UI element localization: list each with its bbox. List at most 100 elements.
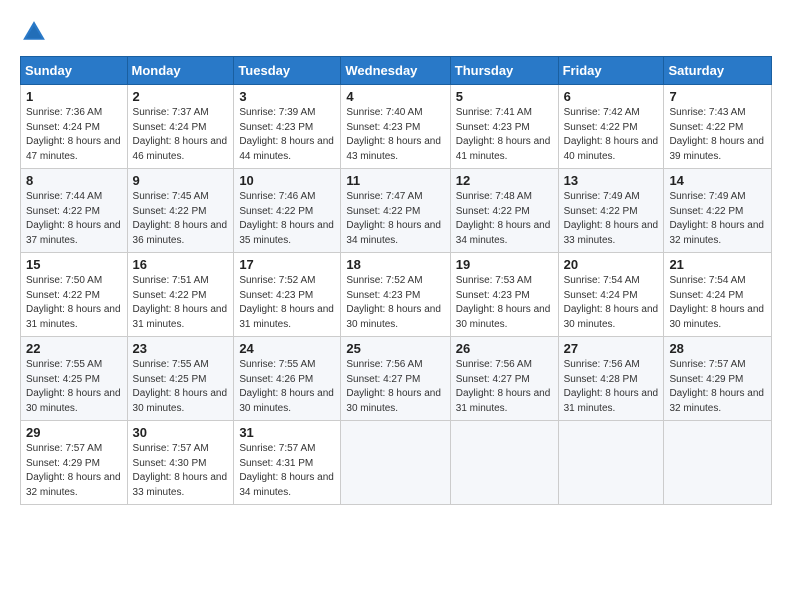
calendar-cell: 7 Sunrise: 7:43 AMSunset: 4:22 PMDayligh…: [664, 85, 772, 169]
calendar-cell: [341, 421, 450, 505]
day-number: 18: [346, 257, 444, 272]
calendar-week-4: 22 Sunrise: 7:55 AMSunset: 4:25 PMDaylig…: [21, 337, 772, 421]
calendar-week-5: 29 Sunrise: 7:57 AMSunset: 4:29 PMDaylig…: [21, 421, 772, 505]
day-number: 16: [133, 257, 229, 272]
calendar-cell: 19 Sunrise: 7:53 AMSunset: 4:23 PMDaylig…: [450, 253, 558, 337]
calendar-cell: [664, 421, 772, 505]
calendar-cell: 25 Sunrise: 7:56 AMSunset: 4:27 PMDaylig…: [341, 337, 450, 421]
calendar-cell: [450, 421, 558, 505]
day-number: 11: [346, 173, 444, 188]
day-number: 31: [239, 425, 335, 440]
calendar-cell: 29 Sunrise: 7:57 AMSunset: 4:29 PMDaylig…: [21, 421, 128, 505]
day-info: Sunrise: 7:54 AMSunset: 4:24 PMDaylight:…: [564, 275, 659, 330]
day-info: Sunrise: 7:49 AMSunset: 4:22 PMDaylight:…: [564, 191, 659, 246]
day-number: 23: [133, 341, 229, 356]
calendar-cell: 28 Sunrise: 7:57 AMSunset: 4:29 PMDaylig…: [664, 337, 772, 421]
day-info: Sunrise: 7:45 AMSunset: 4:22 PMDaylight:…: [133, 191, 228, 246]
day-number: 3: [239, 89, 335, 104]
calendar-cell: 4 Sunrise: 7:40 AMSunset: 4:23 PMDayligh…: [341, 85, 450, 169]
col-monday: Monday: [127, 57, 234, 85]
day-info: Sunrise: 7:48 AMSunset: 4:22 PMDaylight:…: [456, 191, 551, 246]
weekday-row: Sunday Monday Tuesday Wednesday Thursday…: [21, 57, 772, 85]
day-info: Sunrise: 7:43 AMSunset: 4:22 PMDaylight:…: [669, 107, 764, 162]
col-wednesday: Wednesday: [341, 57, 450, 85]
day-info: Sunrise: 7:53 AMSunset: 4:23 PMDaylight:…: [456, 275, 551, 330]
calendar-cell: 21 Sunrise: 7:54 AMSunset: 4:24 PMDaylig…: [664, 253, 772, 337]
calendar-cell: 18 Sunrise: 7:52 AMSunset: 4:23 PMDaylig…: [341, 253, 450, 337]
day-info: Sunrise: 7:55 AMSunset: 4:25 PMDaylight:…: [133, 359, 228, 414]
day-number: 24: [239, 341, 335, 356]
calendar-cell: 23 Sunrise: 7:55 AMSunset: 4:25 PMDaylig…: [127, 337, 234, 421]
day-info: Sunrise: 7:50 AMSunset: 4:22 PMDaylight:…: [26, 275, 121, 330]
calendar-header: Sunday Monday Tuesday Wednesday Thursday…: [21, 57, 772, 85]
day-number: 1: [26, 89, 122, 104]
calendar-cell: 14 Sunrise: 7:49 AMSunset: 4:22 PMDaylig…: [664, 169, 772, 253]
logo-icon: [20, 18, 48, 46]
day-info: Sunrise: 7:57 AMSunset: 4:29 PMDaylight:…: [669, 359, 764, 414]
day-number: 14: [669, 173, 766, 188]
calendar-week-3: 15 Sunrise: 7:50 AMSunset: 4:22 PMDaylig…: [21, 253, 772, 337]
calendar-cell: 30 Sunrise: 7:57 AMSunset: 4:30 PMDaylig…: [127, 421, 234, 505]
calendar-cell: 27 Sunrise: 7:56 AMSunset: 4:28 PMDaylig…: [558, 337, 664, 421]
day-info: Sunrise: 7:44 AMSunset: 4:22 PMDaylight:…: [26, 191, 121, 246]
calendar-cell: 16 Sunrise: 7:51 AMSunset: 4:22 PMDaylig…: [127, 253, 234, 337]
day-info: Sunrise: 7:37 AMSunset: 4:24 PMDaylight:…: [133, 107, 228, 162]
calendar-cell: 2 Sunrise: 7:37 AMSunset: 4:24 PMDayligh…: [127, 85, 234, 169]
day-number: 13: [564, 173, 659, 188]
calendar-week-2: 8 Sunrise: 7:44 AMSunset: 4:22 PMDayligh…: [21, 169, 772, 253]
day-number: 12: [456, 173, 553, 188]
calendar-cell: 17 Sunrise: 7:52 AMSunset: 4:23 PMDaylig…: [234, 253, 341, 337]
col-tuesday: Tuesday: [234, 57, 341, 85]
calendar-cell: 22 Sunrise: 7:55 AMSunset: 4:25 PMDaylig…: [21, 337, 128, 421]
calendar-cell: 6 Sunrise: 7:42 AMSunset: 4:22 PMDayligh…: [558, 85, 664, 169]
col-thursday: Thursday: [450, 57, 558, 85]
day-info: Sunrise: 7:41 AMSunset: 4:23 PMDaylight:…: [456, 107, 551, 162]
calendar-cell: 9 Sunrise: 7:45 AMSunset: 4:22 PMDayligh…: [127, 169, 234, 253]
day-info: Sunrise: 7:56 AMSunset: 4:28 PMDaylight:…: [564, 359, 659, 414]
calendar-body: 1 Sunrise: 7:36 AMSunset: 4:24 PMDayligh…: [21, 85, 772, 505]
day-number: 6: [564, 89, 659, 104]
day-info: Sunrise: 7:40 AMSunset: 4:23 PMDaylight:…: [346, 107, 441, 162]
day-number: 8: [26, 173, 122, 188]
day-info: Sunrise: 7:55 AMSunset: 4:25 PMDaylight:…: [26, 359, 121, 414]
day-number: 21: [669, 257, 766, 272]
day-number: 26: [456, 341, 553, 356]
day-number: 20: [564, 257, 659, 272]
col-sunday: Sunday: [21, 57, 128, 85]
day-info: Sunrise: 7:57 AMSunset: 4:29 PMDaylight:…: [26, 443, 121, 498]
day-info: Sunrise: 7:52 AMSunset: 4:23 PMDaylight:…: [346, 275, 441, 330]
day-info: Sunrise: 7:51 AMSunset: 4:22 PMDaylight:…: [133, 275, 228, 330]
calendar-table: Sunday Monday Tuesday Wednesday Thursday…: [20, 56, 772, 505]
day-info: Sunrise: 7:55 AMSunset: 4:26 PMDaylight:…: [239, 359, 334, 414]
day-number: 7: [669, 89, 766, 104]
calendar-cell: 10 Sunrise: 7:46 AMSunset: 4:22 PMDaylig…: [234, 169, 341, 253]
day-number: 9: [133, 173, 229, 188]
day-number: 2: [133, 89, 229, 104]
day-number: 19: [456, 257, 553, 272]
day-info: Sunrise: 7:46 AMSunset: 4:22 PMDaylight:…: [239, 191, 334, 246]
day-info: Sunrise: 7:39 AMSunset: 4:23 PMDaylight:…: [239, 107, 334, 162]
day-info: Sunrise: 7:57 AMSunset: 4:30 PMDaylight:…: [133, 443, 228, 498]
calendar-cell: 3 Sunrise: 7:39 AMSunset: 4:23 PMDayligh…: [234, 85, 341, 169]
day-info: Sunrise: 7:56 AMSunset: 4:27 PMDaylight:…: [456, 359, 551, 414]
calendar-cell: 1 Sunrise: 7:36 AMSunset: 4:24 PMDayligh…: [21, 85, 128, 169]
day-number: 10: [239, 173, 335, 188]
calendar-week-1: 1 Sunrise: 7:36 AMSunset: 4:24 PMDayligh…: [21, 85, 772, 169]
col-friday: Friday: [558, 57, 664, 85]
calendar-cell: [558, 421, 664, 505]
day-info: Sunrise: 7:47 AMSunset: 4:22 PMDaylight:…: [346, 191, 441, 246]
calendar-cell: 11 Sunrise: 7:47 AMSunset: 4:22 PMDaylig…: [341, 169, 450, 253]
calendar-cell: 31 Sunrise: 7:57 AMSunset: 4:31 PMDaylig…: [234, 421, 341, 505]
calendar-cell: 12 Sunrise: 7:48 AMSunset: 4:22 PMDaylig…: [450, 169, 558, 253]
day-number: 30: [133, 425, 229, 440]
col-saturday: Saturday: [664, 57, 772, 85]
day-number: 4: [346, 89, 444, 104]
calendar-cell: 8 Sunrise: 7:44 AMSunset: 4:22 PMDayligh…: [21, 169, 128, 253]
calendar-cell: 15 Sunrise: 7:50 AMSunset: 4:22 PMDaylig…: [21, 253, 128, 337]
day-number: 25: [346, 341, 444, 356]
day-number: 28: [669, 341, 766, 356]
calendar-cell: 20 Sunrise: 7:54 AMSunset: 4:24 PMDaylig…: [558, 253, 664, 337]
day-number: 22: [26, 341, 122, 356]
day-info: Sunrise: 7:36 AMSunset: 4:24 PMDaylight:…: [26, 107, 121, 162]
day-number: 29: [26, 425, 122, 440]
